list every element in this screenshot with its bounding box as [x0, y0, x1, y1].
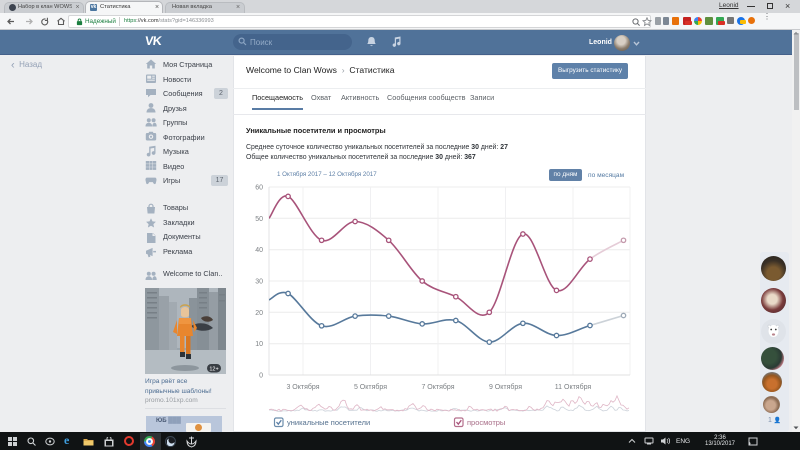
svg-text:5 Октября: 5 Октября: [354, 383, 387, 391]
svg-text:40: 40: [255, 247, 263, 254]
svg-text:12+: 12+: [209, 367, 218, 373]
svg-text:9 Октября: 9 Октября: [489, 383, 522, 391]
svg-text:60: 60: [255, 185, 263, 192]
svg-text:10: 10: [255, 341, 263, 348]
svg-text:7 Октября: 7 Октября: [421, 383, 454, 391]
svg-text:50: 50: [255, 216, 263, 223]
svg-text:30: 30: [255, 279, 263, 286]
svg-text:просмотры: просмотры: [467, 418, 505, 427]
svg-text:0: 0: [259, 373, 263, 380]
svg-text:11 Октября: 11 Октября: [555, 383, 592, 391]
svg-text:3 Октября: 3 Октября: [286, 383, 319, 391]
svg-text:уникальные посетители: уникальные посетители: [287, 418, 370, 427]
svg-text:20: 20: [255, 310, 263, 317]
